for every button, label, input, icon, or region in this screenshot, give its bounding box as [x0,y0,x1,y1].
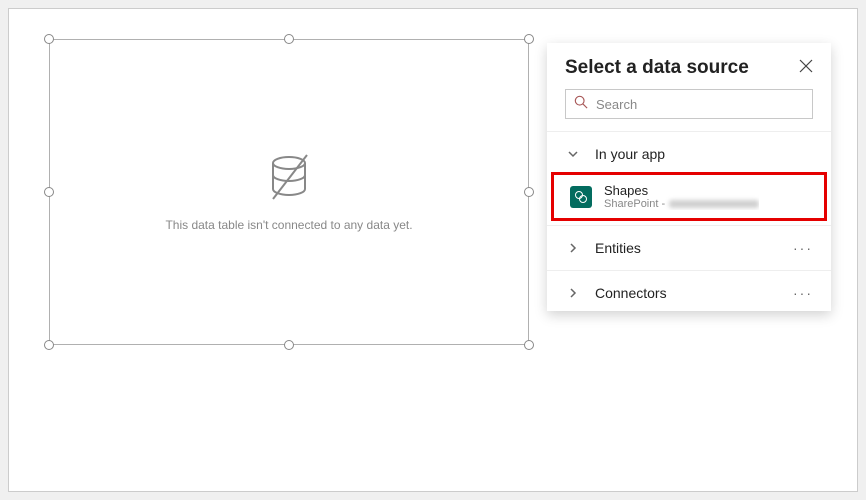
resize-handle-bottom-center[interactable] [284,340,294,350]
chevron-right-icon [565,287,581,299]
resize-handle-bottom-left[interactable] [44,340,54,350]
resize-handle-top-center[interactable] [284,34,294,44]
section-in-your-app[interactable]: In your app [547,136,831,172]
sharepoint-icon [570,186,592,208]
selected-control-container: This data table isn't connected to any d… [39,29,539,355]
resize-handle-middle-left[interactable] [44,187,54,197]
close-button[interactable] [799,59,813,78]
search-box[interactable] [565,89,813,119]
chevron-right-icon [565,242,581,254]
divider [547,270,831,271]
data-item-name: Shapes [604,183,759,198]
divider [547,225,831,226]
canvas-frame: This data table isn't connected to any d… [8,8,858,492]
flyout-header: Select a data source [547,43,831,89]
data-source-flyout: Select a data source In your [547,43,831,311]
redacted-text [669,200,759,208]
more-options-button[interactable]: ··· [793,240,813,256]
section-entities[interactable]: Entities ··· [547,230,831,266]
search-input[interactable] [596,97,804,112]
section-label: Entities [595,240,641,256]
search-icon [574,95,588,114]
chevron-down-icon [565,148,581,160]
divider [547,131,831,132]
close-icon [799,59,813,73]
data-source-item-shapes[interactable]: Shapes SharePoint - [551,172,827,221]
data-table-control[interactable]: This data table isn't connected to any d… [49,39,529,345]
resize-handle-bottom-right[interactable] [524,340,534,350]
database-disconnected-icon [267,153,311,206]
resize-handle-middle-right[interactable] [524,187,534,197]
resize-handle-top-right[interactable] [524,34,534,44]
resize-handle-top-left[interactable] [44,34,54,44]
section-label: Connectors [595,285,667,301]
more-options-button[interactable]: ··· [793,285,813,301]
section-label: In your app [595,146,665,162]
empty-state-text: This data table isn't connected to any d… [165,218,412,232]
data-item-labels: Shapes SharePoint - [604,183,759,210]
section-connectors[interactable]: Connectors ··· [547,275,831,311]
data-item-subtitle: SharePoint - [604,198,759,210]
flyout-title: Select a data source [565,57,749,79]
